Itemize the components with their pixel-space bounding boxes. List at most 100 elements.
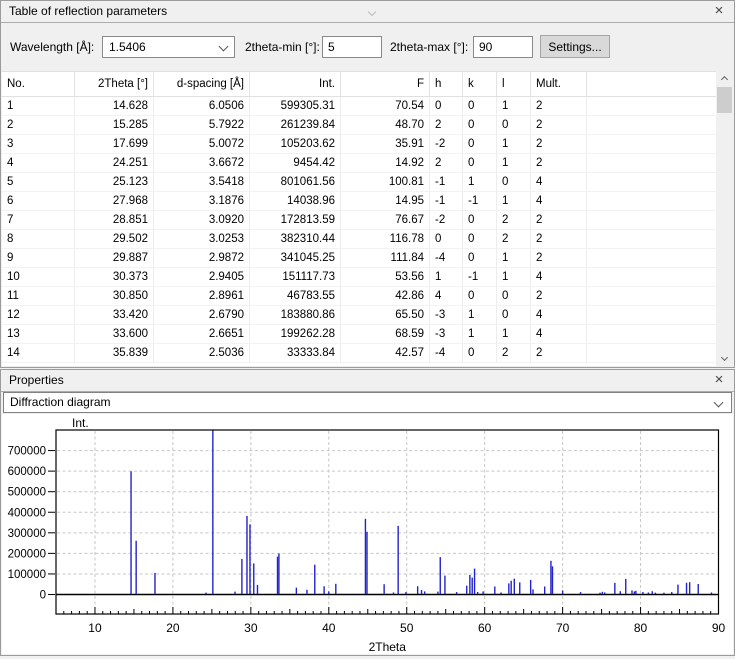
table-cell[interactable]: 15.285 <box>75 116 154 135</box>
table-cell[interactable]: -2 <box>430 211 463 230</box>
table-row[interactable]: 929.8872.9872341045.25111.84-4012 <box>2 249 716 268</box>
table-row[interactable]: 424.2513.66729454.4214.922012 <box>2 154 716 173</box>
table-cell[interactable]: 2.9872 <box>154 249 250 268</box>
table-cell[interactable]: 2 <box>430 116 463 135</box>
table-cell[interactable]: 2 <box>531 116 587 135</box>
table-cell[interactable]: 0 <box>497 287 531 306</box>
table-cell[interactable]: -2 <box>430 135 463 154</box>
table-cell[interactable]: 0 <box>463 211 497 230</box>
table-cell[interactable]: 3.5418 <box>154 173 250 192</box>
table-cell[interactable]: 6 <box>2 192 75 211</box>
table-cell[interactable]: 6.0506 <box>154 97 250 116</box>
table-cell[interactable]: 2 <box>531 97 587 116</box>
table-cell[interactable]: 0 <box>430 230 463 249</box>
table-row[interactable]: 1435.8392.503633333.8442.57-4022 <box>2 344 716 363</box>
table-cell[interactable]: 3.0920 <box>154 211 250 230</box>
table-cell[interactable]: 4 <box>531 268 587 287</box>
table-row[interactable]: 1233.4202.6790183880.8665.50-3104 <box>2 306 716 325</box>
table-cell[interactable]: -4 <box>430 249 463 268</box>
table-cell[interactable]: 0 <box>463 154 497 173</box>
table-cell[interactable]: 0 <box>463 287 497 306</box>
table-cell[interactable]: 14038.96 <box>250 192 341 211</box>
view-selector-dropdown[interactable]: Diffraction diagram <box>3 392 732 413</box>
table-row[interactable]: 525.1233.5418801061.56100.81-1104 <box>2 173 716 192</box>
table-cell[interactable]: 53.56 <box>341 268 430 287</box>
table-cell[interactable]: 2 <box>497 344 531 363</box>
table-cell[interactable]: 46783.55 <box>250 287 341 306</box>
table-cell[interactable]: 0 <box>463 230 497 249</box>
table-row[interactable]: 1333.6002.6651199262.2868.59-3114 <box>2 325 716 344</box>
table-row[interactable]: 114.6286.0506599305.3170.540012 <box>2 97 716 116</box>
table-cell[interactable]: 14.95 <box>341 192 430 211</box>
table-row[interactable]: 627.9683.187614038.9614.95-1-114 <box>2 192 716 211</box>
table-cell[interactable]: 4 <box>531 173 587 192</box>
vertical-scrollbar[interactable] <box>716 71 733 366</box>
table-cell[interactable]: 261239.84 <box>250 116 341 135</box>
table-cell[interactable]: 17.699 <box>75 135 154 154</box>
table-cell[interactable]: 25.123 <box>75 173 154 192</box>
theta-max-input[interactable] <box>473 36 533 58</box>
table-cell[interactable]: 7 <box>2 211 75 230</box>
table-cell[interactable]: -4 <box>430 344 463 363</box>
table-cell[interactable]: 1 <box>463 325 497 344</box>
table-cell[interactable]: 801061.56 <box>250 173 341 192</box>
table-cell[interactable]: 2 <box>531 135 587 154</box>
table-cell[interactable]: 199262.28 <box>250 325 341 344</box>
table-cell[interactable]: -3 <box>430 306 463 325</box>
table-row[interactable]: 317.6995.0072105203.6235.91-2012 <box>2 135 716 154</box>
table-cell[interactable]: 24.251 <box>75 154 154 173</box>
table-cell[interactable]: -3 <box>430 325 463 344</box>
table-cell[interactable]: 2 <box>531 344 587 363</box>
table-cell[interactable]: 100.81 <box>341 173 430 192</box>
table-cell[interactable]: 3.6672 <box>154 154 250 173</box>
table-cell[interactable]: 29.887 <box>75 249 154 268</box>
table-cell[interactable]: 4 <box>531 325 587 344</box>
panel-menu-icon[interactable] <box>368 8 376 16</box>
close-panel-button[interactable]: × <box>710 371 728 389</box>
settings-button[interactable]: Settings... <box>540 35 610 58</box>
table-cell[interactable]: 2 <box>531 230 587 249</box>
table-cell[interactable]: 65.50 <box>341 306 430 325</box>
table-cell[interactable]: 2 <box>531 211 587 230</box>
table-cell[interactable]: 12 <box>2 306 75 325</box>
table-cell[interactable]: 2.9405 <box>154 268 250 287</box>
table-cell[interactable]: 3.0253 <box>154 230 250 249</box>
table-row[interactable]: 829.5023.0253382310.44116.780022 <box>2 230 716 249</box>
scrollbar-thumb[interactable] <box>717 87 732 113</box>
table-cell[interactable]: 1 <box>463 306 497 325</box>
table-cell[interactable]: 1 <box>497 268 531 287</box>
table-cell[interactable]: 0 <box>463 135 497 154</box>
table-cell[interactable]: 2 <box>531 249 587 268</box>
wavelength-combobox[interactable]: 1.5406 <box>102 36 235 58</box>
table-cell[interactable]: 2 <box>497 211 531 230</box>
table-cell[interactable]: 1 <box>2 97 75 116</box>
table-cell[interactable]: 33.420 <box>75 306 154 325</box>
table-cell[interactable]: 2.8961 <box>154 287 250 306</box>
table-cell[interactable]: 5 <box>2 173 75 192</box>
table-cell[interactable]: 183880.86 <box>250 306 341 325</box>
table-cell[interactable]: 1 <box>497 192 531 211</box>
table-cell[interactable]: 0 <box>463 116 497 135</box>
table-cell[interactable]: 68.59 <box>341 325 430 344</box>
table-cell[interactable]: 28.851 <box>75 211 154 230</box>
table-row[interactable]: 1130.8502.896146783.5542.864002 <box>2 287 716 306</box>
table-cell[interactable]: 2 <box>497 230 531 249</box>
table-cell[interactable]: 35.91 <box>341 135 430 154</box>
table-cell[interactable]: 30.850 <box>75 287 154 306</box>
table-cell[interactable]: 35.839 <box>75 344 154 363</box>
table-cell[interactable]: 2.5036 <box>154 344 250 363</box>
table-cell[interactable]: 13 <box>2 325 75 344</box>
table-cell[interactable]: 111.84 <box>341 249 430 268</box>
table-cell[interactable]: 0 <box>463 249 497 268</box>
table-cell[interactable]: 4 <box>531 192 587 211</box>
table-cell[interactable]: 48.70 <box>341 116 430 135</box>
table-cell[interactable]: 5.7922 <box>154 116 250 135</box>
table-cell[interactable]: 42.86 <box>341 287 430 306</box>
table-cell[interactable]: 76.67 <box>341 211 430 230</box>
table-cell[interactable]: 1 <box>463 173 497 192</box>
table-cell[interactable]: 9454.42 <box>250 154 341 173</box>
table-cell[interactable]: 14.92 <box>341 154 430 173</box>
table-cell[interactable]: 1 <box>497 97 531 116</box>
table-cell[interactable]: 14 <box>2 344 75 363</box>
table-cell[interactable]: 42.57 <box>341 344 430 363</box>
